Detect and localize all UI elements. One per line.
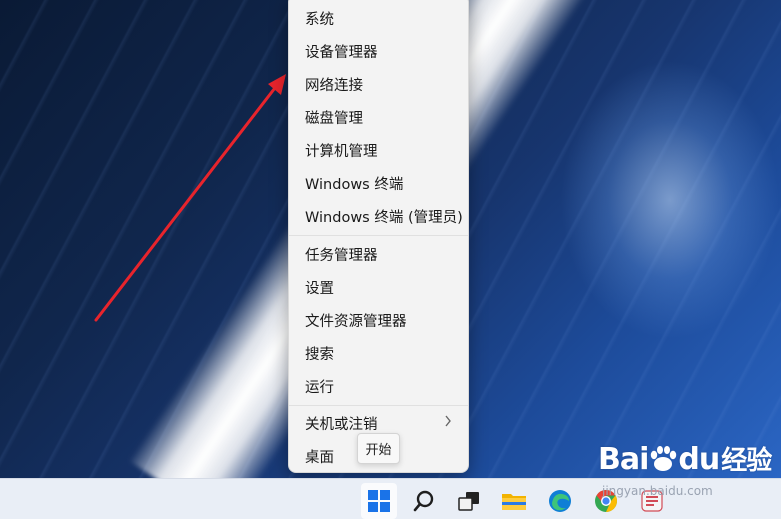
chevron-right-icon [444, 415, 452, 431]
menu-item-task-manager[interactable]: 任务管理器 [293, 239, 464, 269]
menu-item-run[interactable]: 运行 [293, 371, 464, 401]
watermark-brand: Bai du经验 [598, 442, 772, 477]
baidu-watermark: Bai du经验 jingyan.baidu.com [598, 440, 778, 510]
menu-separator [289, 405, 468, 406]
menu-item-windows-terminal-admin[interactable]: Windows 终端 (管理员) [293, 201, 464, 231]
edge-icon [549, 490, 571, 512]
winx-context-menu: 系统 设备管理器 网络连接 磁盘管理 计算机管理 Windows 终端 Wind… [288, 0, 469, 473]
task-view-icon [458, 492, 479, 511]
search-icon [413, 490, 434, 512]
menu-item-device-manager[interactable]: 设备管理器 [293, 36, 464, 66]
menu-item-system[interactable]: 系统 [293, 3, 464, 33]
file-explorer-icon [502, 494, 526, 510]
menu-separator [289, 235, 468, 236]
file-explorer-button[interactable] [496, 483, 532, 519]
watermark-url: jingyan.baidu.com [602, 484, 713, 498]
menu-item-settings[interactable]: 设置 [293, 272, 464, 302]
edge-button[interactable] [542, 483, 578, 519]
task-view-button[interactable] [451, 483, 487, 519]
search-button[interactable] [406, 483, 442, 519]
menu-item-search[interactable]: 搜索 [293, 338, 464, 368]
menu-item-file-explorer[interactable]: 文件资源管理器 [293, 305, 464, 335]
menu-item-disk-management[interactable]: 磁盘管理 [293, 102, 464, 132]
menu-item-windows-terminal[interactable]: Windows 终端 [293, 168, 464, 198]
paw-icon [651, 446, 677, 471]
menu-item-network-connections[interactable]: 网络连接 [293, 69, 464, 99]
menu-item-computer-management[interactable]: 计算机管理 [293, 135, 464, 165]
wallpaper-glow [560, 60, 780, 340]
windows-start-icon [368, 490, 390, 512]
start-tooltip: 开始 [357, 433, 400, 464]
start-button[interactable] [361, 483, 397, 519]
